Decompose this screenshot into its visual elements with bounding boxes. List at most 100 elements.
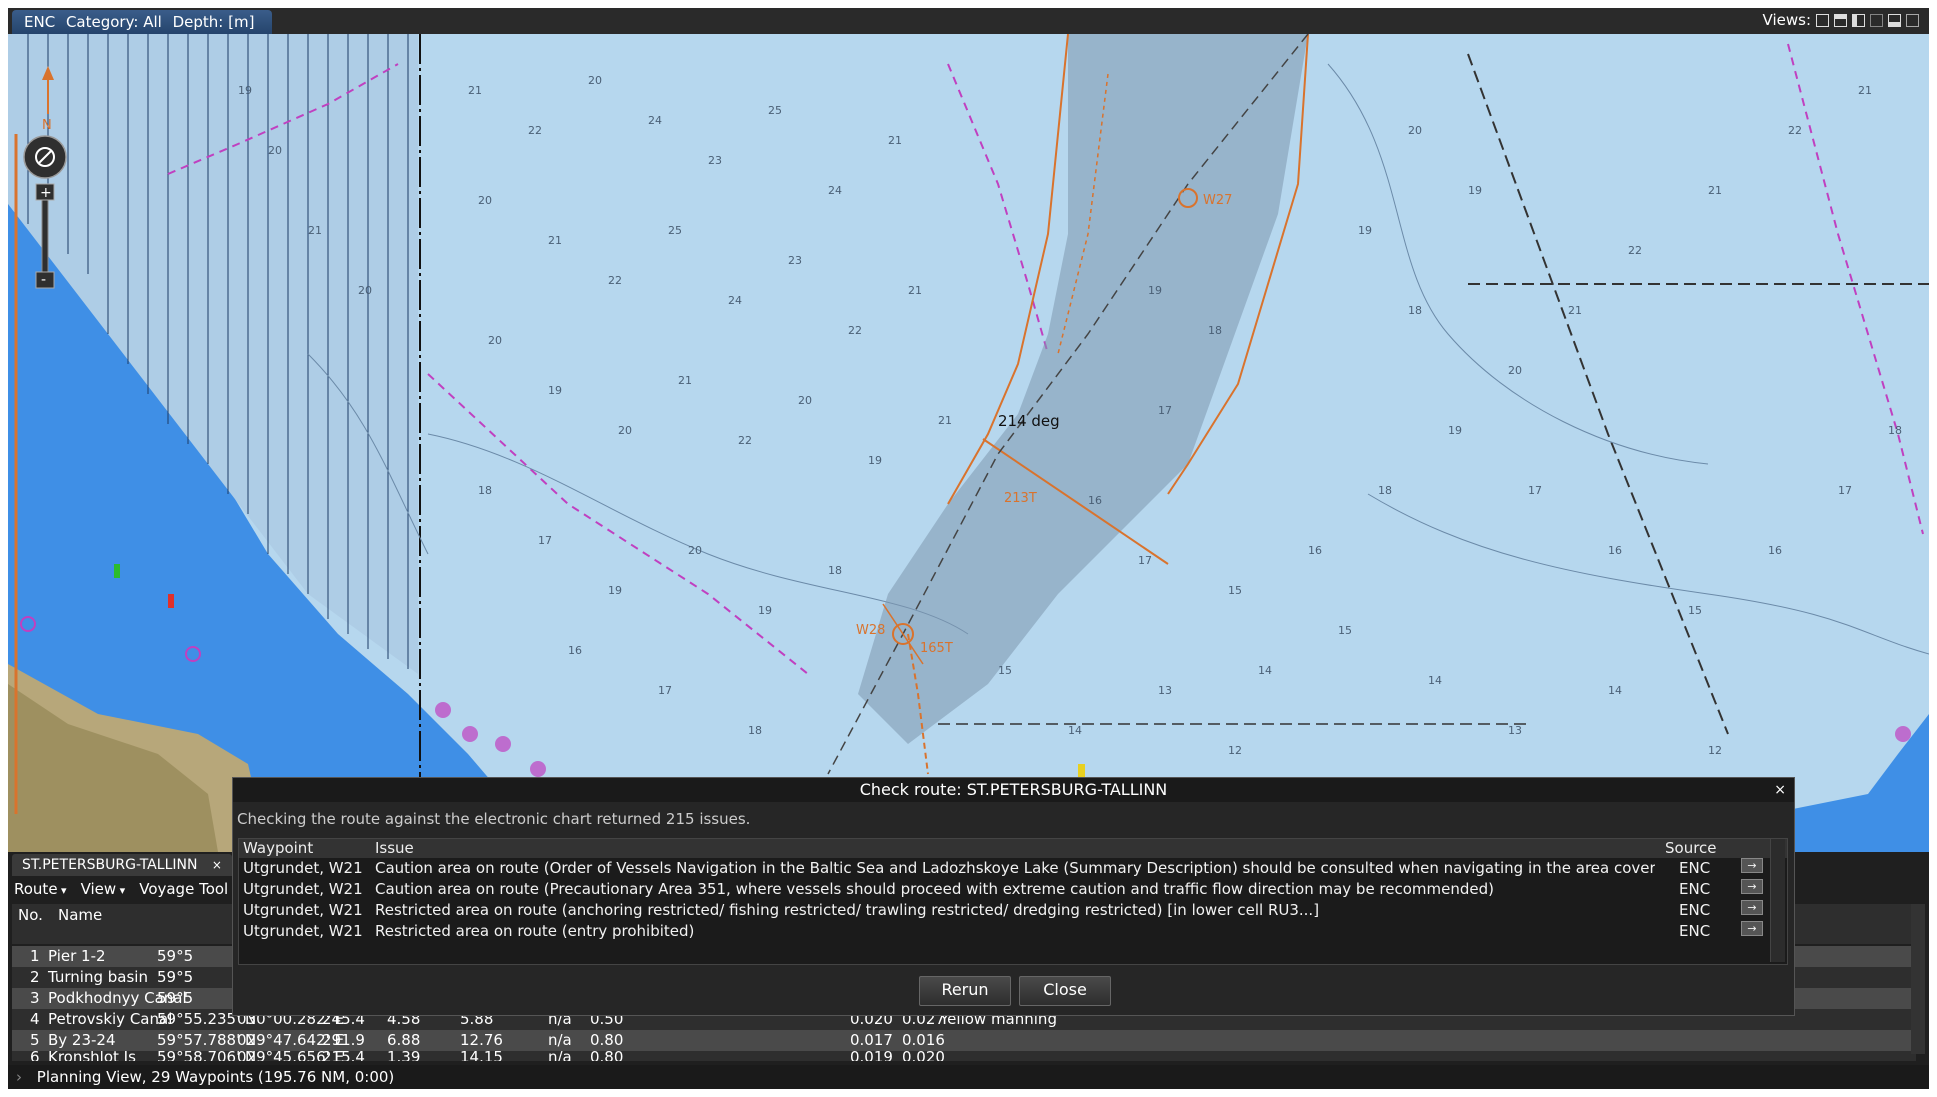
enc-tab[interactable]: ENC Category: All Depth: [m] xyxy=(12,10,273,34)
route-tab-close-icon[interactable]: × xyxy=(212,858,222,872)
view-single-icon[interactable] xyxy=(1816,13,1829,27)
row-no: 1 xyxy=(30,947,40,965)
electronic-chart-map[interactable]: 21 22 20 24 23 25 24 21 20 21 22 25 24 23 22 21 20 19… xyxy=(8,34,1929,852)
dialog-title-bar: Check route: ST.PETERSBURG-TALLINN × xyxy=(233,778,1794,802)
rerun-button[interactable]: Rerun xyxy=(919,976,1011,1006)
view-quad-icon[interactable] xyxy=(1870,13,1883,27)
svg-text:16: 16 xyxy=(1608,544,1622,557)
svg-text:17: 17 xyxy=(1838,484,1852,497)
view-grid-icon[interactable] xyxy=(1906,13,1919,27)
restricted-area-line-2 xyxy=(427,373,809,675)
depth-unit[interactable]: Depth: [m] xyxy=(173,13,255,31)
svg-text:12: 12 xyxy=(1708,744,1722,757)
svg-text:22: 22 xyxy=(738,434,752,447)
row-lat: 59°5 xyxy=(157,968,194,986)
svg-text:16: 16 xyxy=(1308,544,1322,557)
svg-text:20: 20 xyxy=(268,144,282,157)
svg-text:16: 16 xyxy=(1088,494,1102,507)
dialog-message: Checking the route against the electroni… xyxy=(237,810,751,828)
go-to-issue-icon[interactable]: → xyxy=(1741,879,1763,894)
svg-text:17: 17 xyxy=(538,534,552,547)
issue-row[interactable]: Utgrundet, W21 Caution area on route (Pr… xyxy=(239,879,1787,900)
issue-waypoint: Utgrundet, W21 xyxy=(243,922,363,940)
col-waypoint[interactable]: Waypoint xyxy=(243,839,313,858)
view-split-vertical-icon[interactable] xyxy=(1852,13,1865,27)
course-label-213: 213T xyxy=(1004,491,1037,506)
close-button[interactable]: Close xyxy=(1019,976,1111,1006)
view-split-horizontal-icon[interactable] xyxy=(1834,13,1847,27)
voyage-tool-menu[interactable]: Voyage Tool xyxy=(139,880,228,898)
row-lat: 59°5 xyxy=(157,947,194,965)
svg-text:20: 20 xyxy=(1408,124,1422,137)
svg-text:13: 13 xyxy=(1158,684,1172,697)
row-total: 12.76 xyxy=(460,1031,503,1049)
row-no: 5 xyxy=(30,1031,40,1049)
svg-text:19: 19 xyxy=(1358,224,1372,237)
issue-waypoint: Utgrundet, W21 xyxy=(243,901,363,919)
svg-text:21: 21 xyxy=(938,414,952,427)
route-corridor xyxy=(858,34,1308,744)
svg-text:20: 20 xyxy=(688,544,702,557)
north-label: N xyxy=(42,118,52,133)
route-tab[interactable]: ST.PETERSBURG-TALLINN × xyxy=(12,854,232,876)
svg-text:22: 22 xyxy=(608,274,622,287)
waypoint-w28-label: W28 xyxy=(856,623,885,638)
issue-row[interactable]: Utgrundet, W21 Restricted area on route … xyxy=(239,921,1787,942)
row-no: 2 xyxy=(30,968,40,986)
course-label-165: 165T xyxy=(920,641,953,656)
views-label: Views: xyxy=(1762,11,1811,29)
row-col-b: 0.016 xyxy=(902,1031,945,1049)
svg-text:20: 20 xyxy=(798,394,812,407)
svg-text:17: 17 xyxy=(1158,404,1172,417)
row-name: Pier 1-2 xyxy=(48,947,106,965)
issue-row[interactable]: Utgrundet, W21 Restricted area on route … xyxy=(239,900,1787,921)
row-name: Petrovskiy Canal xyxy=(48,1010,173,1028)
waypoint-w27-label: W27 xyxy=(1203,193,1232,208)
view-menu[interactable]: View xyxy=(81,880,126,898)
issues-table-header: Waypoint Issue Source xyxy=(239,839,1787,858)
svg-text:23: 23 xyxy=(788,254,802,267)
table-row[interactable]: 6 Kronshlot Is 59°58.706' N 029°45.656' … xyxy=(12,1051,1916,1061)
table-row[interactable]: 5 By 23-24 59°57.788' N 029°47.642' E 29… xyxy=(12,1030,1916,1051)
svg-text:21: 21 xyxy=(1568,304,1582,317)
svg-text:21: 21 xyxy=(678,374,692,387)
issue-source: ENC xyxy=(1679,859,1711,877)
issues-scrollbar[interactable] xyxy=(1770,839,1785,962)
issue-row[interactable]: Utgrundet, W21 Caution area on route (Or… xyxy=(239,858,1787,879)
waypoint-table-scrollbar[interactable] xyxy=(1911,904,1925,1054)
svg-text:14: 14 xyxy=(1428,674,1442,687)
svg-text:19: 19 xyxy=(548,384,562,397)
svg-text:21: 21 xyxy=(1858,84,1872,97)
status-text: Planning View, 29 Waypoints (195.76 NM, … xyxy=(36,1068,395,1086)
col-name[interactable]: Name xyxy=(58,906,102,924)
col-source[interactable]: Source xyxy=(1665,839,1717,858)
row-speed: n/a xyxy=(548,1051,572,1061)
svg-text:22: 22 xyxy=(848,324,862,337)
row-total: 14.15 xyxy=(460,1051,503,1061)
dialog-close-icon[interactable]: × xyxy=(1774,778,1786,802)
svg-text:19: 19 xyxy=(1468,184,1482,197)
issue-text: Caution area on route (Precautionary Are… xyxy=(375,880,1495,898)
go-to-issue-icon[interactable]: → xyxy=(1741,858,1763,873)
svg-text:20: 20 xyxy=(618,424,632,437)
svg-text:20: 20 xyxy=(1508,364,1522,377)
status-expand-icon[interactable]: › xyxy=(16,1068,22,1086)
issues-table: Waypoint Issue Source Utgrundet, W21 Cau… xyxy=(238,838,1788,965)
svg-text:14: 14 xyxy=(1608,684,1622,697)
restricted-area-line-3 xyxy=(947,63,1049,355)
row-distance: 1.39 xyxy=(387,1051,421,1061)
issue-text: Caution area on route (Order of Vessels … xyxy=(375,859,1655,877)
col-issue[interactable]: Issue xyxy=(375,839,414,858)
svg-text:24: 24 xyxy=(828,184,842,197)
issue-source: ENC xyxy=(1679,901,1711,919)
svg-text:19: 19 xyxy=(1148,284,1162,297)
category-filter[interactable]: Category: All xyxy=(66,13,162,31)
route-menu[interactable]: Route xyxy=(14,880,67,898)
col-no[interactable]: No. xyxy=(18,906,43,924)
svg-text:13: 13 xyxy=(1508,724,1522,737)
view-triple-icon[interactable] xyxy=(1888,13,1901,27)
go-to-issue-icon[interactable]: → xyxy=(1741,900,1763,915)
svg-text:17: 17 xyxy=(1138,554,1152,567)
svg-text:20: 20 xyxy=(358,284,372,297)
go-to-issue-icon[interactable]: → xyxy=(1741,921,1763,936)
